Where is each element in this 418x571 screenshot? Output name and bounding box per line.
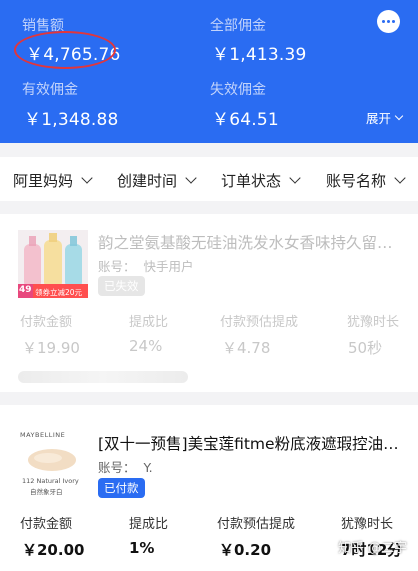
product-thumbnail: 49 领券立减20元 [18, 230, 88, 298]
filter-label: 账号名称 [326, 172, 387, 190]
metric-value: 1% [129, 539, 155, 557]
order-card[interactable]: 49 领券立减20元 韵之堂氨基酸无硅油洗发水女香味持久留… 账号： 快手用户 … [0, 214, 418, 392]
account-label: 账号： [98, 259, 136, 274]
watermark: 知乎 @二宇 [338, 541, 408, 556]
invalid-commission-label: 失效佣金 [210, 82, 266, 98]
metric-label: 付款预估提成 [217, 517, 296, 532]
filter-bar: 阿里妈妈 创建时间 订单状态 账号名称 [0, 157, 418, 201]
more-dot-icon [387, 20, 390, 23]
metric-label: 犹豫时长 [347, 315, 400, 330]
commission-summary-header: 销售额 ￥4,765.76 全部佣金 ￥1,413.39 有效佣金 ￥1,348… [0, 0, 418, 143]
thumb-brand-text: MAYBELLINE [20, 431, 66, 439]
filter-label: 创建时间 [117, 172, 178, 190]
filter-platform-dropdown[interactable]: 阿里妈妈 [13, 170, 93, 191]
chevron-down-icon [394, 172, 406, 184]
product-thumbnail: MAYBELLINE 112 Natural Ivory 自然象牙白 [18, 431, 88, 499]
metric-label: 付款金额 [20, 315, 73, 330]
metric-label: 提成比 [129, 517, 169, 532]
account-value: Y. [143, 460, 153, 475]
order-title[interactable]: [双十一预售]美宝莲fitme粉底液遮瑕控油… [98, 432, 404, 454]
metric-label: 提成比 [129, 315, 169, 330]
section-divider [0, 392, 418, 405]
thumb-shade-text: 112 Natural Ivory [22, 477, 79, 485]
metric-label: 付款金额 [20, 517, 73, 532]
chevron-down-icon [394, 111, 404, 120]
chevron-down-icon [81, 172, 93, 184]
metric-value: 50秒 [348, 339, 383, 357]
metric-value: ￥20.00 [22, 541, 85, 559]
invalid-commission-value: ￥64.51 [212, 110, 279, 130]
section-divider [0, 143, 418, 157]
more-options-button[interactable] [377, 10, 400, 33]
account-value: 快手用户 [143, 259, 194, 274]
total-commission-label: 全部佣金 [210, 18, 266, 34]
expand-button[interactable]: 展开 [366, 108, 404, 127]
chevron-down-icon [289, 172, 301, 184]
filter-label: 阿里妈妈 [13, 172, 74, 190]
order-account: 账号： Y. [98, 457, 153, 476]
status-badge: 已付款 [98, 478, 145, 498]
status-badge: 已失效 [98, 276, 145, 296]
total-commission-value: ￥1,413.39 [212, 45, 307, 65]
order-account: 账号： 快手用户 [98, 256, 194, 275]
valid-commission-label: 有效佣金 [22, 82, 78, 98]
filter-account-name-dropdown[interactable]: 账号名称 [326, 170, 406, 191]
section-divider [0, 201, 418, 214]
thumb-price-badge: 49 [19, 285, 32, 295]
metric-value: ￥4.78 [222, 339, 271, 357]
more-dot-icon [382, 20, 385, 23]
metric-value: ￥19.90 [22, 339, 80, 357]
redacted-strip [18, 371, 188, 383]
valid-commission-value: ￥1,348.88 [24, 110, 119, 130]
filter-label: 订单状态 [221, 172, 282, 190]
thumb-shade-cn-text: 自然象牙白 [30, 488, 63, 496]
metric-value: 24% [129, 337, 163, 355]
metric-value: ￥0.20 [219, 541, 272, 559]
filter-order-status-dropdown[interactable]: 订单状态 [221, 170, 301, 191]
account-label: 账号： [98, 460, 136, 475]
filter-created-time-dropdown[interactable]: 创建时间 [117, 170, 197, 191]
sales-highlight-oval [14, 31, 116, 69]
more-dot-icon [392, 20, 395, 23]
order-title[interactable]: 韵之堂氨基酸无硅油洗发水女香味持久留… [98, 231, 404, 253]
metric-label: 犹豫时长 [341, 517, 394, 532]
thumb-coupon-text: 领券立减20元 [35, 288, 83, 297]
expand-label: 展开 [366, 111, 392, 126]
chevron-down-icon [185, 172, 197, 184]
metric-label: 付款预估提成 [220, 315, 299, 330]
